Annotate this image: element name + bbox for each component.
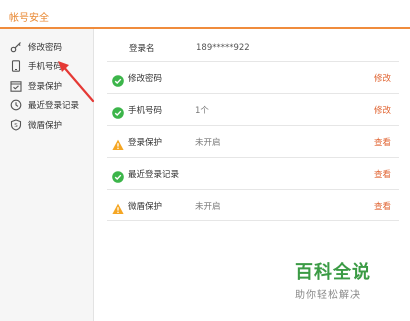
login-name-value: 189*****922 [196,43,250,53]
security-row-shield: 微盾保护 未开启 查看 [107,189,399,221]
login-name-label: 登录名 [129,44,155,54]
row-value: 1个 [195,106,209,116]
sidebar-item-phone-number[interactable]: 手机号码 [10,57,92,75]
modify-password-link[interactable]: 修改 [374,72,391,84]
view-login-protection-link[interactable]: 查看 [374,136,391,148]
sidebar-item-shield-protection[interactable]: S 微盾保护 [10,116,92,134]
sidebar-item-label: 微盾保护 [28,121,63,131]
security-row-recent-logins: 最近登录记录 查看 [107,157,399,189]
key-icon [10,41,22,53]
row-name: 手机号码 [128,106,163,116]
view-shield-link[interactable]: 查看 [374,200,391,212]
phone-icon [10,60,22,72]
sidebar-item-login-protection[interactable]: 登录保护 [10,77,92,95]
check-circle-icon [112,104,124,119]
row-value: 未开启 [195,138,221,148]
sidebar-item-recent-logins[interactable]: 最近登录记录 [10,96,92,114]
shield-icon: S [10,119,22,131]
check-circle-icon [112,72,124,87]
row-value: 未开启 [195,202,221,212]
warning-icon [112,136,124,150]
security-row-login-protection: 登录保护 未开启 查看 [107,125,399,157]
title-bar: 帐号安全 [0,0,410,29]
sidebar-item-label: 手机号码 [28,62,63,72]
sidebar: 修改密码 手机号码 登录保护 最近登录记录 S 微盾保护 [0,29,94,321]
row-name: 登录保护 [128,138,163,148]
svg-text:S: S [14,123,18,129]
row-name: 修改密码 [128,74,163,84]
warning-icon [112,200,124,214]
sidebar-item-label: 最近登录记录 [28,101,80,111]
sidebar-item-change-password[interactable]: 修改密码 [10,38,92,56]
check-circle-icon [112,168,124,183]
sidebar-item-label: 登录保护 [28,82,63,92]
login-name-row: 登录名 189*****922 [129,41,250,55]
modify-phone-link[interactable]: 修改 [374,104,391,116]
view-recent-logins-link[interactable]: 查看 [374,168,391,180]
sidebar-item-label: 修改密码 [28,43,63,53]
main-panel: 登录名 189*****922 修改密码 修改 手机号码 1个 修改 登录保护 … [95,29,410,321]
security-row-password: 修改密码 修改 [107,61,399,93]
security-row-phone: 手机号码 1个 修改 [107,93,399,125]
row-name: 微盾保护 [128,202,163,212]
row-name: 最近登录记录 [128,170,180,180]
calendar-check-icon [10,80,22,92]
window-title: 帐号安全 [9,13,49,24]
history-icon [10,99,22,111]
